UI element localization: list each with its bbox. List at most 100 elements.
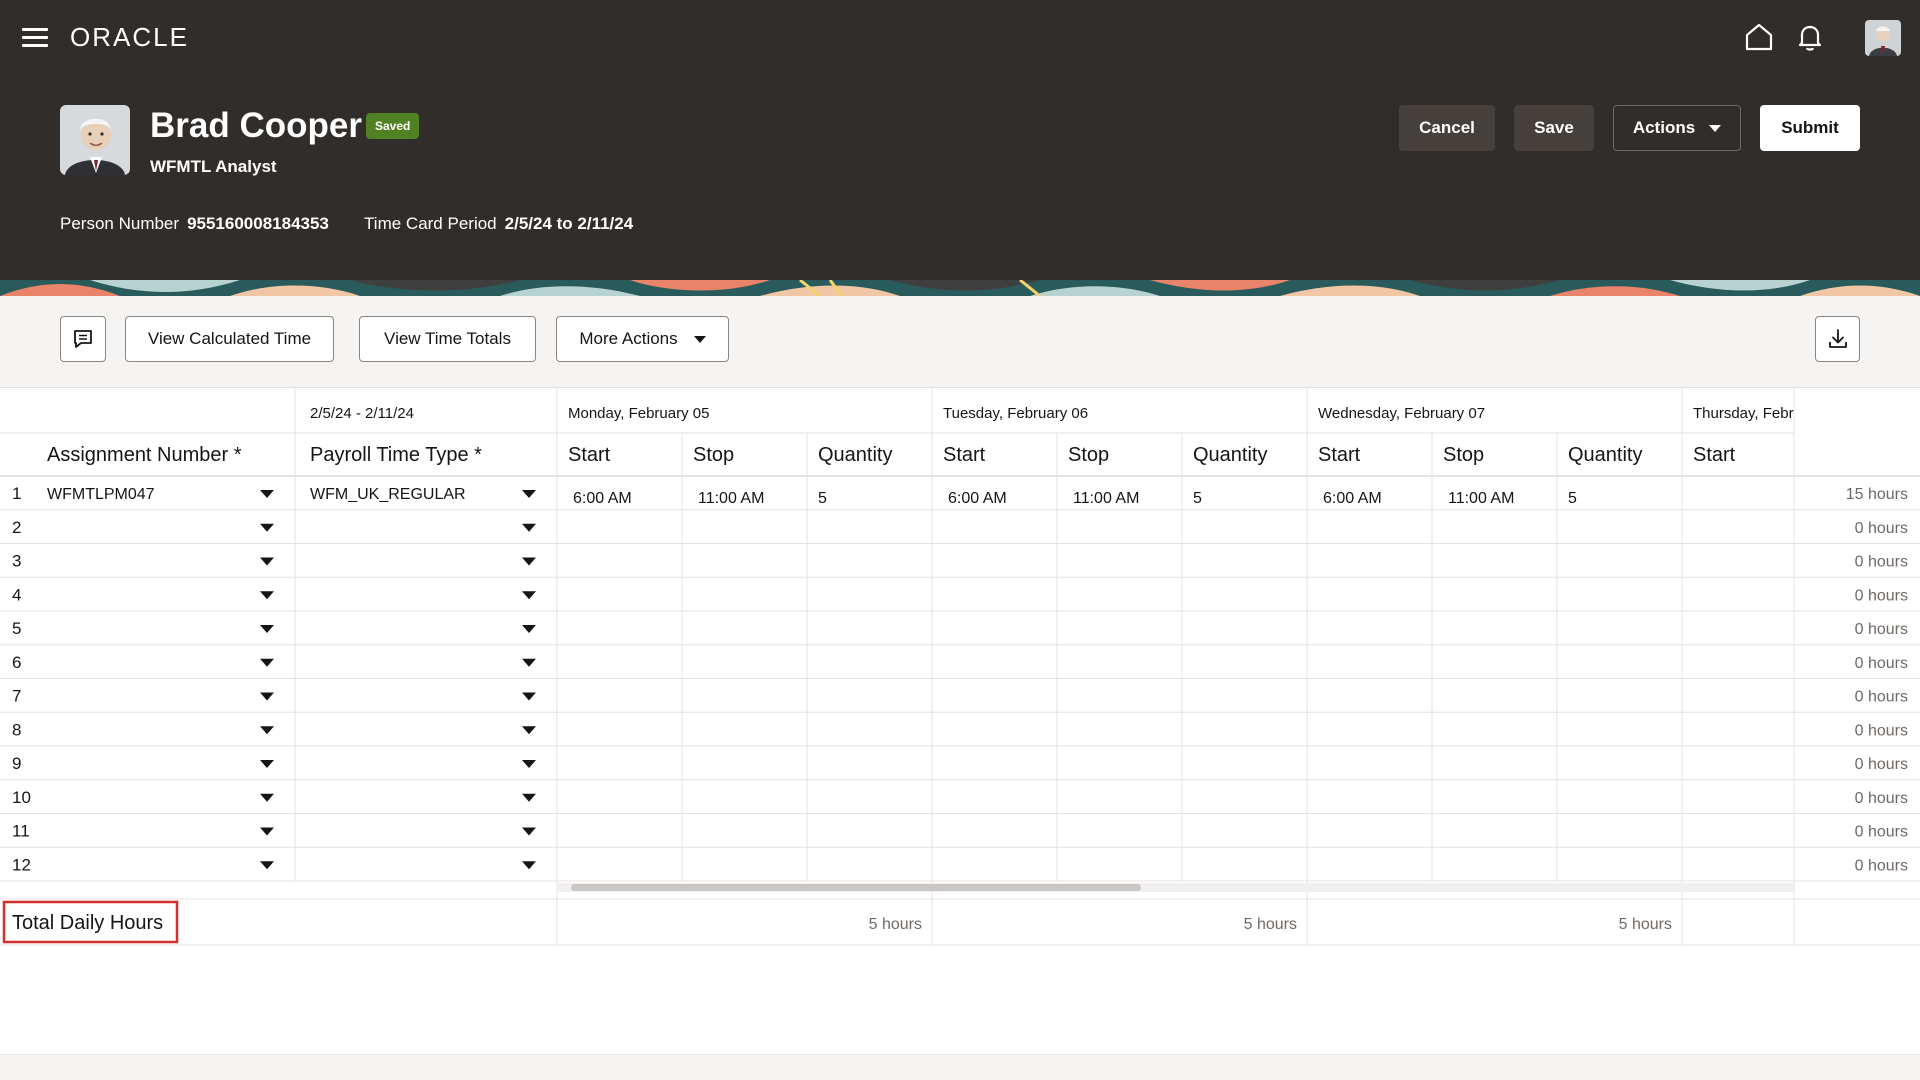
horizontal-scrollbar-thumb[interactable]	[571, 884, 1141, 891]
period-label: Time Card Period	[364, 214, 497, 233]
total-daily-hours-label: Total Daily Hours	[12, 912, 163, 934]
stop-time: 11:00 AM	[1448, 490, 1514, 507]
timecard-meta: Person Number 955160008184353 Time Card P…	[60, 214, 633, 234]
period-range-header: 2/5/24 - 2/11/24	[310, 405, 414, 422]
bell-icon[interactable]	[1793, 20, 1827, 54]
daily-total-hours: 5 hours	[869, 916, 922, 933]
payroll-time-type-header: Payroll Time Type *	[310, 444, 482, 466]
person-photo	[60, 105, 130, 175]
payroll-dropdown-icon[interactable]	[522, 557, 536, 566]
row-total-hours: 0 hours	[1855, 689, 1908, 706]
decorative-pattern-band	[0, 280, 1920, 296]
payroll-dropdown-icon[interactable]	[522, 861, 536, 870]
payroll-dropdown-icon[interactable]	[522, 523, 536, 532]
save-button[interactable]: Save	[1514, 105, 1594, 151]
payroll-dropdown-icon[interactable]	[522, 692, 536, 701]
submit-button[interactable]: Submit	[1760, 105, 1860, 151]
row-total-hours: 0 hours	[1855, 722, 1908, 739]
start-header-day-1: Start	[943, 444, 986, 466]
period-value: 2/5/24 to 2/11/24	[504, 214, 634, 233]
row-number: 12	[12, 855, 31, 874]
download-button[interactable]	[1815, 316, 1860, 362]
cancel-button[interactable]: Cancel	[1399, 105, 1495, 151]
oracle-logo: ORACLE	[70, 22, 189, 52]
row-number: 5	[12, 619, 21, 638]
timecard-grid-canvas: 2/5/24 - 2/11/24 Monday, February 05 Tuesd…	[0, 388, 1920, 946]
assignment-dropdown-icon[interactable]	[260, 523, 274, 532]
row-number: 3	[12, 552, 21, 571]
payroll-dropdown-icon[interactable]	[522, 793, 536, 802]
payroll-dropdown-icon[interactable]	[522, 827, 536, 836]
daily-total-hours: 5 hours	[1619, 916, 1672, 933]
more-actions-button[interactable]: More Actions	[556, 316, 729, 362]
comment-button[interactable]	[60, 316, 106, 362]
view-calculated-time-label: View Calculated Time	[147, 329, 312, 348]
start-header-day-3: Start	[1693, 444, 1736, 466]
assignment-dropdown-icon[interactable]	[260, 726, 274, 735]
assignment-dropdown-icon[interactable]	[260, 557, 274, 566]
row-total-hours: 0 hours	[1855, 520, 1908, 537]
payroll-dropdown-icon[interactable]	[522, 490, 536, 498]
row-total-hours: 0 hours	[1855, 621, 1908, 638]
assignment-dropdown-icon[interactable]	[260, 625, 274, 633]
row-total-hours: 0 hours	[1855, 587, 1908, 604]
payroll-dropdown-icon[interactable]	[522, 591, 536, 600]
comment-icon	[74, 330, 92, 348]
row-number: 4	[12, 585, 21, 604]
assignment-dropdown-icon[interactable]	[260, 827, 274, 836]
stop-time: 11:00 AM	[1073, 490, 1139, 507]
row-number: 9	[12, 754, 21, 773]
day-header-0: Monday, February 05	[568, 405, 709, 422]
assignment-dropdown-icon[interactable]	[260, 760, 274, 768]
submit-button-label: Submit	[1781, 118, 1839, 137]
payroll-dropdown-icon[interactable]	[522, 726, 536, 735]
payroll-dropdown-icon[interactable]	[522, 658, 536, 667]
timecard-toolbar: View Calculated Time View Time Totals Mo…	[0, 296, 1920, 388]
start-time: 6:00 AM	[573, 490, 632, 507]
payroll-dropdown-icon[interactable]	[522, 760, 536, 768]
person-name: Brad Cooper	[150, 106, 362, 145]
stop-header-day-2: Stop	[1443, 444, 1484, 466]
row-number: 11	[12, 822, 30, 841]
view-time-totals-button[interactable]: View Time Totals	[359, 316, 536, 362]
assignment-dropdown-icon[interactable]	[260, 490, 274, 498]
view-calculated-time-button[interactable]: View Calculated Time	[125, 316, 334, 362]
quantity-value: 5	[1193, 490, 1202, 507]
row-number: 6	[12, 653, 21, 672]
row-total-hours: 0 hours	[1855, 824, 1908, 841]
day-header-3: Thursday, Febr	[1693, 405, 1794, 422]
payroll-dropdown-icon[interactable]	[522, 625, 536, 633]
user-avatar[interactable]	[1865, 20, 1901, 56]
row-number: 2	[12, 518, 21, 537]
daily-total-hours: 5 hours	[1244, 916, 1297, 933]
home-icon[interactable]	[1742, 20, 1776, 54]
assignment-dropdown-icon[interactable]	[260, 793, 274, 802]
row-total-hours: 0 hours	[1855, 655, 1908, 672]
row-number: 1	[12, 484, 21, 503]
caret-down-icon	[1709, 124, 1722, 132]
quantity-value: 5	[818, 490, 827, 507]
person-number-value: 955160008184353	[187, 214, 329, 233]
actions-menu-button[interactable]: Actions	[1613, 105, 1741, 151]
assignment-number-value: WFMTLPM047	[47, 486, 155, 503]
hamburger-menu-icon[interactable]	[22, 28, 48, 48]
page-header: ORACLE Brad Cooper Saved WFMTL Analyst P…	[0, 0, 1920, 280]
assignment-dropdown-icon[interactable]	[260, 658, 274, 667]
stop-header-day-0: Stop	[693, 444, 734, 466]
assignment-dropdown-icon[interactable]	[260, 591, 274, 600]
person-job-title: WFMTL Analyst	[150, 157, 277, 176]
quantity-header-day-0: Quantity	[818, 444, 892, 466]
start-time: 6:00 AM	[948, 490, 1007, 507]
assignment-dropdown-icon[interactable]	[260, 692, 274, 701]
assignment-dropdown-icon[interactable]	[260, 861, 274, 870]
row-number: 10	[12, 788, 31, 807]
row-number: 7	[12, 687, 21, 706]
quantity-value: 5	[1568, 490, 1577, 507]
save-button-label: Save	[1534, 118, 1574, 137]
view-time-totals-label: View Time Totals	[384, 329, 511, 348]
quantity-header-day-1: Quantity	[1193, 444, 1267, 466]
start-header-day-0: Start	[568, 444, 611, 466]
status-badge: Saved	[366, 113, 420, 139]
stop-time: 11:00 AM	[698, 490, 764, 507]
row-total-hours: 15 hours	[1846, 486, 1908, 503]
